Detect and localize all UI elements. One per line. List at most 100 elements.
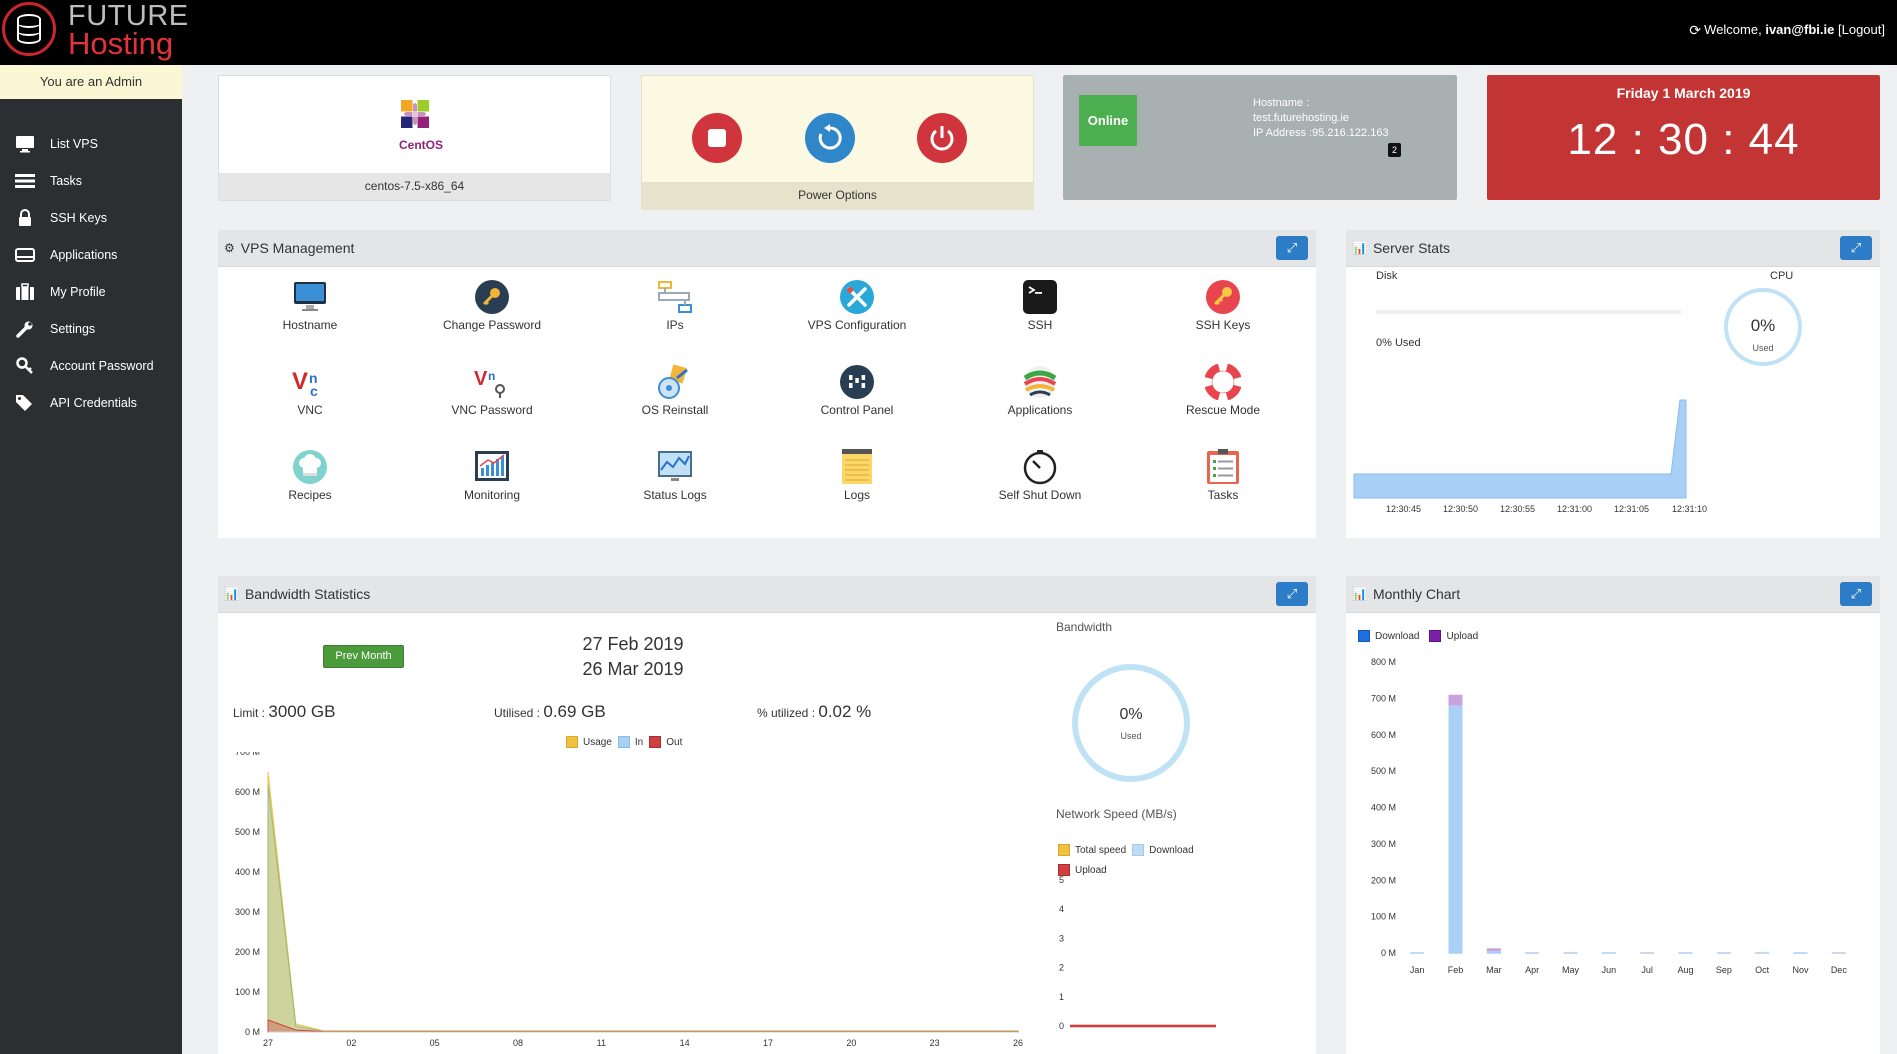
expand-button[interactable]: ⤢ bbox=[1276, 582, 1308, 606]
tile-vps-configuration[interactable]: VPS Configuration bbox=[782, 279, 932, 332]
x-tick-label: 17 bbox=[763, 1038, 773, 1048]
stop-button[interactable] bbox=[692, 113, 742, 163]
bar-download bbox=[1486, 951, 1501, 953]
tile-hostname[interactable]: Hostname bbox=[235, 279, 385, 332]
ip-row: IP Address :95.216.122.163 bbox=[1253, 126, 1389, 141]
sidebar-item-applications[interactable]: Applications bbox=[0, 236, 182, 273]
x-tick-label: May bbox=[1562, 965, 1580, 975]
y-tick-label: 400 M bbox=[1371, 803, 1396, 813]
series-area-in bbox=[267, 783, 1019, 1033]
lifebuoy-icon bbox=[1205, 364, 1241, 400]
expand-button[interactable]: ⤢ bbox=[1276, 236, 1308, 260]
speed-legend: Total speed Download bbox=[1052, 844, 1194, 856]
tile-ssh-keys[interactable]: SSH Keys bbox=[1148, 279, 1298, 332]
y-tick-label: 0 bbox=[1059, 1021, 1064, 1031]
restart-button[interactable] bbox=[805, 113, 855, 163]
tile-ssh[interactable]: SSH bbox=[965, 279, 1115, 332]
key-icon bbox=[14, 356, 36, 375]
y-tick-label: 5 bbox=[1059, 876, 1064, 885]
tile-vnc[interactable]: Vnc VNC bbox=[235, 364, 385, 417]
top-bar: FUTURE Hosting ⟳ Welcome, ivan@fbi.ie [L… bbox=[0, 0, 1897, 65]
bandwidth-legend: Usage In Out bbox=[560, 736, 682, 748]
tile-logs[interactable]: Logs bbox=[782, 449, 932, 502]
tile-label: VNC Password bbox=[451, 403, 533, 417]
brand-logo[interactable]: FUTURE Hosting bbox=[0, 0, 188, 65]
panel-header: 📊 Bandwidth Statistics ⤢ bbox=[218, 576, 1316, 613]
tile-label: Logs bbox=[843, 488, 871, 502]
refresh-icon[interactable]: ⟳ bbox=[1689, 22, 1701, 39]
count-badge[interactable]: 2 bbox=[1388, 143, 1401, 157]
panel-header: 📊 Monthly Chart ⤢ bbox=[1346, 576, 1880, 613]
briefcase-icon bbox=[14, 282, 36, 301]
sidebar-item-tasks[interactable]: Tasks bbox=[0, 162, 182, 199]
database-logo-icon bbox=[2, 2, 56, 56]
tile-applications[interactable]: Applications bbox=[965, 364, 1115, 417]
status-badge: Online bbox=[1079, 95, 1137, 146]
lock-icon bbox=[14, 208, 36, 227]
tile-rescue-mode[interactable]: Rescue Mode bbox=[1148, 364, 1298, 417]
tile-change-password[interactable]: Change Password bbox=[417, 279, 567, 332]
expand-button[interactable]: ⤢ bbox=[1840, 582, 1872, 606]
sidebar-item-list-vps[interactable]: List VPS bbox=[0, 125, 182, 162]
disk-progress bbox=[1376, 310, 1681, 314]
tile-control-panel[interactable]: Control Panel bbox=[782, 364, 932, 417]
tasks-icon bbox=[14, 172, 36, 190]
admin-note: You are an Admin bbox=[0, 65, 182, 99]
tile-label: Control Panel bbox=[820, 403, 894, 417]
series-area-usage bbox=[267, 771, 1019, 1033]
x-tick-label: 23 bbox=[930, 1038, 940, 1048]
sidebar-item-ssh-keys[interactable]: SSH Keys bbox=[0, 199, 182, 236]
tile-vnc-password[interactable]: Vn VNC Password bbox=[417, 364, 567, 417]
control-panel-icon bbox=[839, 364, 875, 400]
legend-swatch bbox=[1058, 844, 1070, 856]
ip-value: 95.216.122.163 bbox=[1312, 127, 1389, 139]
hostname-icon bbox=[292, 279, 328, 315]
legend-swatch bbox=[649, 736, 662, 748]
tile-ips[interactable]: IPs bbox=[600, 279, 750, 332]
sidebar-item-api-credentials[interactable]: API Credentials bbox=[0, 384, 182, 421]
speed-title: Network Speed (MB/s) bbox=[1056, 807, 1177, 821]
limit-label: Limit : bbox=[233, 706, 266, 720]
sidebar-item-account-password[interactable]: Account Password bbox=[0, 347, 182, 384]
pct-value: 0.02 % bbox=[818, 702, 872, 721]
limit-stat: Limit : 3000 GB bbox=[233, 702, 335, 722]
speed-legend-row2: Upload bbox=[1052, 864, 1107, 876]
tile-tasks[interactable]: Tasks bbox=[1148, 449, 1298, 502]
welcome-prefix: Welcome, bbox=[1704, 22, 1762, 37]
power-off-button[interactable] bbox=[917, 113, 967, 163]
power-card: Power Options bbox=[641, 75, 1034, 210]
cpu-label: CPU bbox=[1770, 270, 1794, 282]
legend-swatch bbox=[1358, 630, 1370, 642]
centos-logo-icon bbox=[396, 95, 434, 133]
x-tick-label: Jul bbox=[1641, 965, 1653, 975]
sidebar-item-settings[interactable]: Settings bbox=[0, 310, 182, 347]
expand-icon: ⤢ bbox=[1850, 586, 1862, 601]
legend-swatch bbox=[1058, 864, 1070, 876]
panel-title: VPS Management bbox=[240, 240, 355, 256]
terminal-icon bbox=[1022, 279, 1058, 315]
monthly-chart-panel: 📊 Monthly Chart ⤢ Download Upload 0 M 100… bbox=[1346, 576, 1880, 1054]
tile-monitoring[interactable]: Monitoring bbox=[417, 449, 567, 502]
tile-label: Rescue Mode bbox=[1185, 403, 1261, 417]
y-tick-label: 600 M bbox=[235, 787, 260, 797]
tile-label: Applications bbox=[1007, 403, 1073, 417]
x-tick-label: 14 bbox=[680, 1038, 690, 1048]
server-stats-panel: 📊 Server Stats ⤢ Disk 0% Used CPU 0% Use… bbox=[1346, 230, 1880, 538]
bandwidth-chart: 0 M 100 M 200 M 300 M 400 M 500 M 600 M 700 M 27… bbox=[235, 752, 1023, 1048]
tile-os-reinstall[interactable]: OS Reinstall bbox=[600, 364, 750, 417]
bar-download bbox=[1448, 705, 1463, 953]
tile-recipes[interactable]: Recipes bbox=[235, 449, 385, 502]
bar-upload bbox=[1486, 948, 1501, 952]
sidebar-nav: List VPS Tasks SSH Keys Applications My … bbox=[0, 125, 182, 421]
prev-month-button[interactable]: Prev Month bbox=[323, 645, 404, 668]
tile-self-shut-down[interactable]: Self Shut Down bbox=[965, 449, 1115, 502]
logout-link[interactable]: [Logout] bbox=[1838, 22, 1885, 37]
tile-status-logs[interactable]: Status Logs bbox=[600, 449, 750, 502]
tile-label: OS Reinstall bbox=[641, 403, 709, 417]
expand-button[interactable]: ⤢ bbox=[1840, 236, 1872, 260]
legend-label: In bbox=[634, 736, 644, 748]
sidebar-item-label: API Credentials bbox=[50, 395, 137, 410]
sidebar-item-my-profile[interactable]: My Profile bbox=[0, 273, 182, 310]
clock-date: Friday 1 March 2019 bbox=[1616, 85, 1751, 101]
y-tick-label: 0 M bbox=[245, 1027, 260, 1037]
